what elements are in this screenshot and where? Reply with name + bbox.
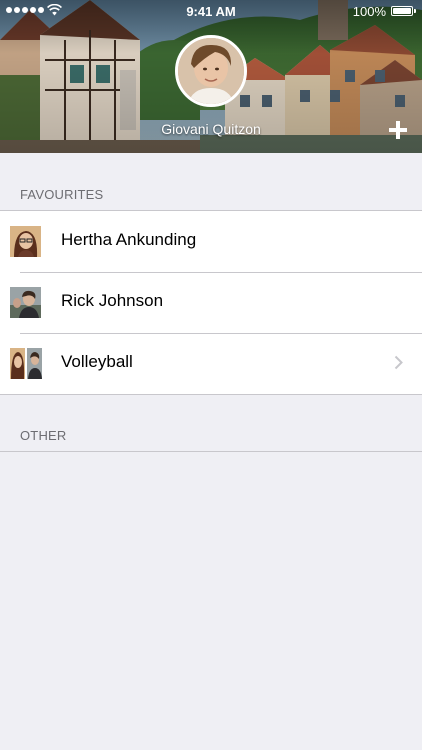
list-item[interactable]: Volleyball xyxy=(0,333,422,394)
favourites-list: Hertha Ankunding Rick Johnson Volleyball xyxy=(0,210,422,395)
battery-level-fill xyxy=(393,8,411,14)
list-item[interactable]: Hertha Ankunding xyxy=(0,211,422,272)
profile-name: Giovani Quitzon xyxy=(161,121,261,137)
battery-terminal xyxy=(414,9,416,13)
battery-percentage: 100% xyxy=(352,4,386,19)
contact-thumbnail xyxy=(10,287,41,318)
status-bar: 9:41 AM 100% xyxy=(0,0,422,22)
add-button[interactable] xyxy=(386,118,410,142)
list-item-label: Hertha Ankunding xyxy=(61,230,197,249)
profile-avatar-image xyxy=(178,38,244,104)
profile-avatar[interactable] xyxy=(175,35,247,107)
section-header-favourites: FAVOURITES xyxy=(20,187,104,202)
battery-icon xyxy=(391,6,413,16)
other-list xyxy=(0,451,422,452)
list-item-label: Rick Johnson xyxy=(61,291,164,310)
contact-thumbnail xyxy=(10,226,41,257)
group-thumbnail xyxy=(10,348,42,379)
plus-icon xyxy=(389,121,407,139)
list-item[interactable]: Rick Johnson xyxy=(0,272,422,333)
profile-header: 9:41 AM 100% Giovani Quitzon xyxy=(0,0,422,153)
section-header-other: OTHER xyxy=(20,428,67,443)
chevron-right-icon xyxy=(394,355,403,370)
list-item-label: Volleyball xyxy=(61,352,133,371)
